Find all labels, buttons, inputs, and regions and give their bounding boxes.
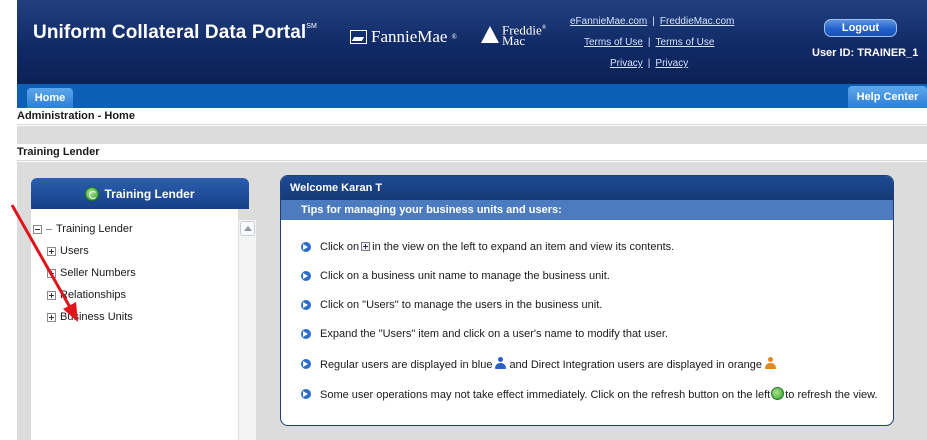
fannie-privacy-link[interactable]: Privacy (610, 58, 643, 69)
page-title: Training Lender (17, 144, 927, 161)
tip-expand: Click on in the view on the left to expan… (301, 241, 674, 253)
freddie-mac-logo-icon (481, 26, 499, 44)
tips-heading: Tips for managing your business units an… (281, 200, 893, 220)
fannie-mae-logo: FannieMae ® (350, 27, 457, 47)
annotation-arrow-icon (10, 204, 78, 322)
bullet-arrow-icon (301, 271, 311, 281)
welcome-title: Welcome Karan T (281, 176, 893, 200)
site-links: eFannieMae.com | FreddieMac.com (570, 16, 735, 27)
privacy-links: Privacy | Privacy (610, 58, 689, 69)
annotation-arrow-head (63, 302, 78, 322)
freddiemac-link[interactable]: FreddieMac.com (660, 16, 734, 27)
fannie-mae-logo-icon (350, 30, 367, 44)
bullet-arrow-icon (301, 242, 311, 252)
regular-user-icon (495, 357, 507, 370)
tab-bar: Home Help Center (17, 84, 927, 108)
freddie-terms-link[interactable]: Terms of Use (656, 37, 715, 48)
tip-business-unit: Click on a business unit name to manage … (301, 270, 610, 282)
breadcrumb: Administration - Home (17, 108, 927, 125)
freddie-mac-logo: Freddie® Mac (481, 23, 546, 47)
welcome-panel: Welcome Karan T Tips for managing your b… (280, 175, 894, 426)
terms-links: Terms of Use | Terms of Use (584, 37, 715, 48)
user-id-label: User ID: TRAINER_1 (812, 47, 919, 59)
portal-header: Uniform Collateral Data PortalSM FannieM… (17, 0, 927, 84)
tree-scrollbar[interactable] (238, 220, 256, 440)
bullet-arrow-icon (301, 389, 311, 399)
expand-icon (361, 242, 371, 251)
refresh-icon (771, 387, 785, 400)
tip-user-colors: Regular users are displayed in blue and D… (301, 357, 779, 371)
bullet-arrow-icon (301, 359, 311, 369)
integration-user-icon (764, 357, 776, 370)
logout-button[interactable]: Logout (824, 19, 897, 37)
freddie-privacy-link[interactable]: Privacy (655, 58, 688, 69)
efanniemae-link[interactable]: eFannieMae.com (570, 16, 647, 27)
annotation-arrow-shaft (10, 204, 73, 310)
scroll-up-icon[interactable] (240, 221, 255, 236)
divider-band (17, 126, 927, 144)
bullet-arrow-icon (301, 329, 311, 339)
tip-users: Click on "Users" to manage the users in … (301, 299, 602, 311)
tip-refresh: Some user operations may not take effect… (301, 387, 878, 401)
tip-modify-user: Expand the "Users" item and click on a u… (301, 328, 668, 340)
fannie-terms-link[interactable]: Terms of Use (584, 37, 643, 48)
tab-help-center[interactable]: Help Center (848, 86, 927, 108)
bullet-arrow-icon (301, 300, 311, 310)
